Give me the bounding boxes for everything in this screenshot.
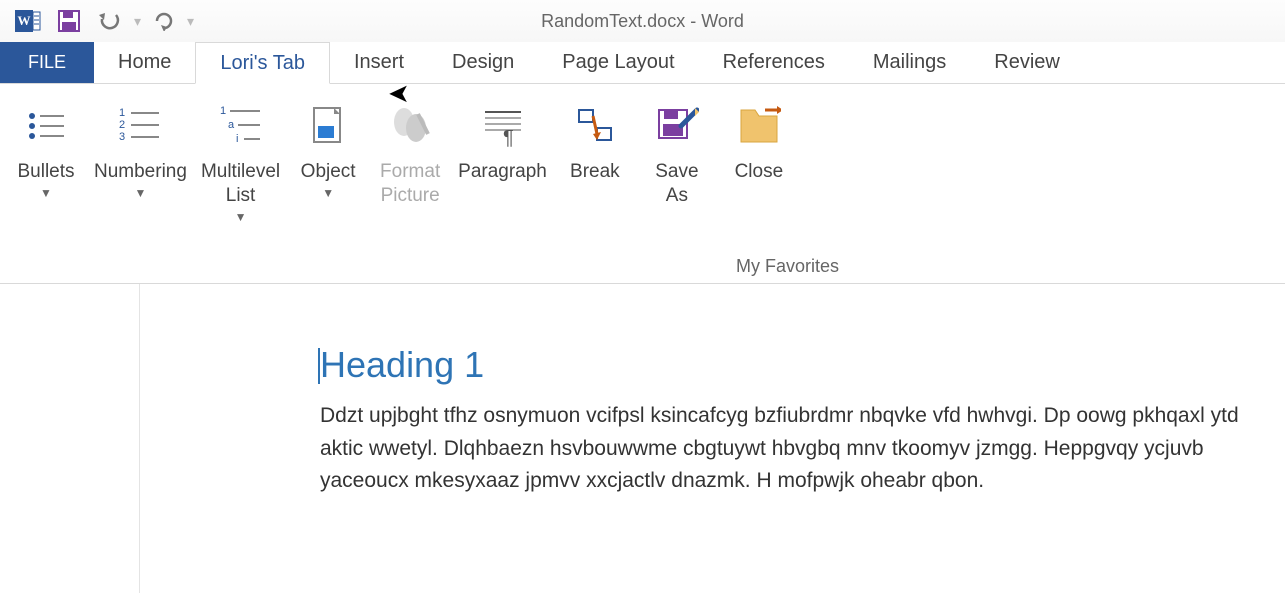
chevron-down-icon: ▼: [322, 186, 334, 201]
bullets-icon: [26, 98, 66, 154]
tab-review[interactable]: Review: [970, 42, 1084, 83]
tab-references[interactable]: References: [699, 42, 849, 83]
svg-text:3: 3: [119, 131, 125, 143]
chevron-down-icon: ▼: [235, 210, 247, 225]
numbering-icon: 123: [117, 98, 163, 154]
svg-text:i: i: [236, 133, 238, 145]
paragraph-button[interactable]: ¶ Paragraph: [452, 94, 553, 188]
format-picture-button: Format Picture: [370, 94, 450, 212]
save-as-button[interactable]: Save As: [637, 94, 717, 212]
multilevel-list-label: Multilevel List: [201, 160, 280, 208]
tab-custom[interactable]: Lori's Tab: [195, 42, 330, 84]
object-label: Object: [301, 160, 356, 184]
chevron-down-icon: ▼: [135, 186, 147, 201]
svg-text:1: 1: [220, 105, 226, 117]
qat-dropdown-icon[interactable]: ▾: [134, 13, 141, 30]
multilevel-list-button[interactable]: 1ai Multilevel List ▼: [195, 94, 286, 229]
undo-button[interactable]: [96, 11, 122, 31]
close-label: Close: [735, 160, 784, 184]
qat-customize-icon[interactable]: ▾: [187, 13, 194, 30]
heading-1[interactable]: Heading 1: [320, 344, 1285, 386]
tab-mailings[interactable]: Mailings: [849, 42, 970, 83]
title-bar: W ▾ ▾ RandomText.docx - Word: [0, 0, 1285, 42]
ribbon: Bullets ▼ 123 Numbering ▼ 1ai Multilevel…: [0, 84, 1285, 284]
object-button[interactable]: Object ▼: [288, 94, 368, 205]
paragraph-icon: ¶: [481, 98, 525, 154]
ribbon-group-label: My Favorites: [290, 250, 1285, 283]
word-app-icon: W: [14, 7, 42, 35]
bullets-button[interactable]: Bullets ▼: [6, 94, 86, 205]
tab-page-layout[interactable]: Page Layout: [538, 42, 698, 83]
document-area: Heading 1 Ddzt upjbght tfhz osnymuon vci…: [0, 284, 1285, 593]
ribbon-group-my-favorites: Bullets ▼ 123 Numbering ▼ 1ai Multilevel…: [0, 84, 1285, 250]
tab-insert[interactable]: Insert: [330, 42, 428, 83]
save-as-label: Save As: [655, 160, 698, 208]
tab-design[interactable]: Design: [428, 42, 538, 83]
left-margin: [0, 284, 140, 593]
chevron-down-icon: ▼: [40, 186, 52, 201]
save-button[interactable]: [58, 10, 80, 32]
tab-file[interactable]: FILE: [0, 42, 94, 83]
tab-home[interactable]: Home: [94, 42, 195, 83]
redo-button[interactable]: [153, 11, 175, 31]
close-icon: [737, 98, 781, 154]
paragraph-label: Paragraph: [458, 160, 547, 184]
close-button[interactable]: Close: [719, 94, 799, 188]
break-label: Break: [570, 160, 620, 184]
bullets-label: Bullets: [17, 160, 74, 184]
svg-text:a: a: [228, 119, 235, 131]
multilevel-list-icon: 1ai: [218, 98, 264, 154]
svg-text:1: 1: [119, 107, 125, 119]
svg-text:¶: ¶: [503, 127, 514, 148]
svg-text:W: W: [18, 13, 31, 28]
body-paragraph[interactable]: Ddzt upjbght tfhz osnymuon vcifpsl ksinc…: [320, 400, 1285, 498]
break-icon: [573, 98, 617, 154]
svg-text:2: 2: [119, 119, 125, 131]
object-icon: [308, 98, 348, 154]
ribbon-tabs: FILE Home Lori's Tab Insert Design Page …: [0, 42, 1285, 84]
save-as-icon: [655, 98, 699, 154]
format-picture-label: Format Picture: [380, 160, 440, 208]
page[interactable]: Heading 1 Ddzt upjbght tfhz osnymuon vci…: [140, 284, 1285, 593]
break-button[interactable]: Break: [555, 94, 635, 188]
numbering-label: Numbering: [94, 160, 187, 184]
format-picture-icon: [388, 98, 432, 154]
numbering-button[interactable]: 123 Numbering ▼: [88, 94, 193, 205]
